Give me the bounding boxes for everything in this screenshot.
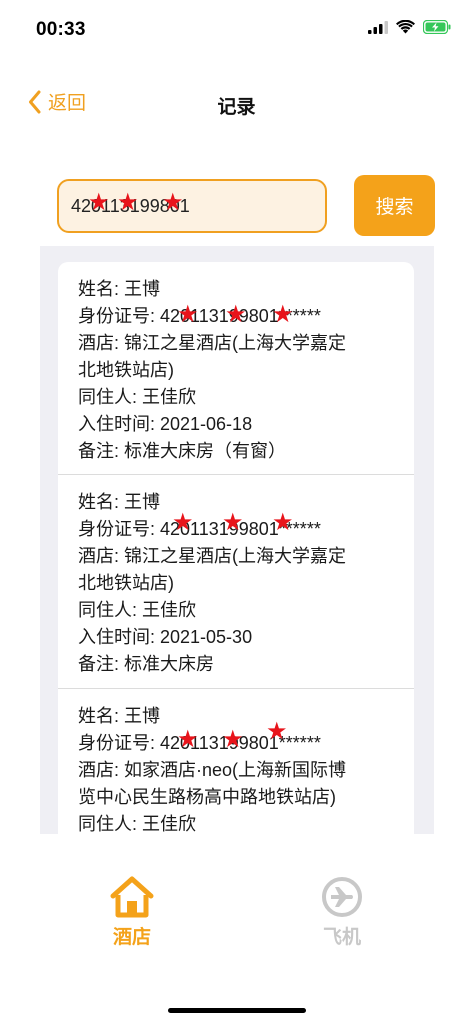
record-list[interactable]: 姓名: 王博 身份证号: 420113199801****** 酒店: 锦江之星…: [40, 246, 434, 834]
status-time: 00:33: [36, 19, 86, 40]
record-item[interactable]: 姓名: 王博 身份证号: 420113199801****** 酒店: 锦江之星…: [58, 475, 414, 689]
record-hotel-cont: 北地铁站店): [78, 360, 174, 380]
wifi-icon: [396, 20, 415, 34]
search-button[interactable]: 搜索: [354, 175, 435, 236]
record-remark: 备注: 标准大床房: [78, 654, 215, 674]
status-icons: [368, 20, 451, 34]
record-id-number: 身份证号: 420113199801******: [78, 306, 321, 326]
home-indicator: [168, 1008, 306, 1013]
record-hotel: 酒店: 锦江之星酒店(上海大学嘉定: [78, 546, 346, 566]
record-checkin-time: 入住时间: 2021-06-18: [78, 414, 253, 434]
record-remark: 备注: 标准大床房（有窗）: [78, 441, 287, 461]
tab-plane[interactable]: 飞机: [310, 876, 374, 949]
record-card: 姓名: 王博 身份证号: 420113199801****** 酒店: 锦江之星…: [58, 262, 414, 834]
record-name: 姓名: 王博: [78, 492, 161, 512]
record-item[interactable]: 姓名: 王博 身份证号: 420113199801****** 酒店: 锦江之星…: [58, 262, 414, 475]
record-name: 姓名: 王博: [78, 279, 161, 299]
record-name: 姓名: 王博: [78, 706, 161, 726]
record-cohabitant: 同住人: 王佳欣: [78, 600, 197, 620]
status-bar: 00:33: [0, 0, 473, 60]
record-checkin-time: 入住时间: 2021-05-30: [78, 627, 253, 647]
search-input[interactable]: [57, 179, 327, 233]
battery-charging-icon: [423, 20, 451, 34]
cellular-signal-icon: [368, 20, 388, 34]
record-hotel-cont: 览中心民生路杨高中路地铁站店): [78, 787, 336, 807]
tab-plane-label: 飞机: [322, 927, 361, 948]
airplane-icon: [322, 877, 362, 917]
home-icon: [110, 876, 154, 918]
page-title: 记录: [217, 97, 256, 118]
tab-hotel[interactable]: 酒店: [100, 876, 164, 949]
record-id-number: 身份证号: 420113199801******: [78, 519, 321, 539]
record-cohabitant: 同住人: 王佳欣: [78, 387, 197, 407]
record-hotel: 酒店: 如家酒店·neo(上海新国际博: [78, 760, 347, 780]
record-hotel: 酒店: 锦江之星酒店(上海大学嘉定: [78, 333, 346, 353]
record-id-number: 身份证号: 420113199801******: [78, 733, 321, 753]
record-hotel-cont: 北地铁站店): [78, 573, 174, 593]
record-item[interactable]: 姓名: 王博 身份证号: 420113199801****** 酒店: 如家酒店…: [58, 689, 414, 834]
tab-hotel-label: 酒店: [112, 927, 151, 948]
record-cohabitant: 同住人: 王佳欣: [78, 814, 197, 834]
